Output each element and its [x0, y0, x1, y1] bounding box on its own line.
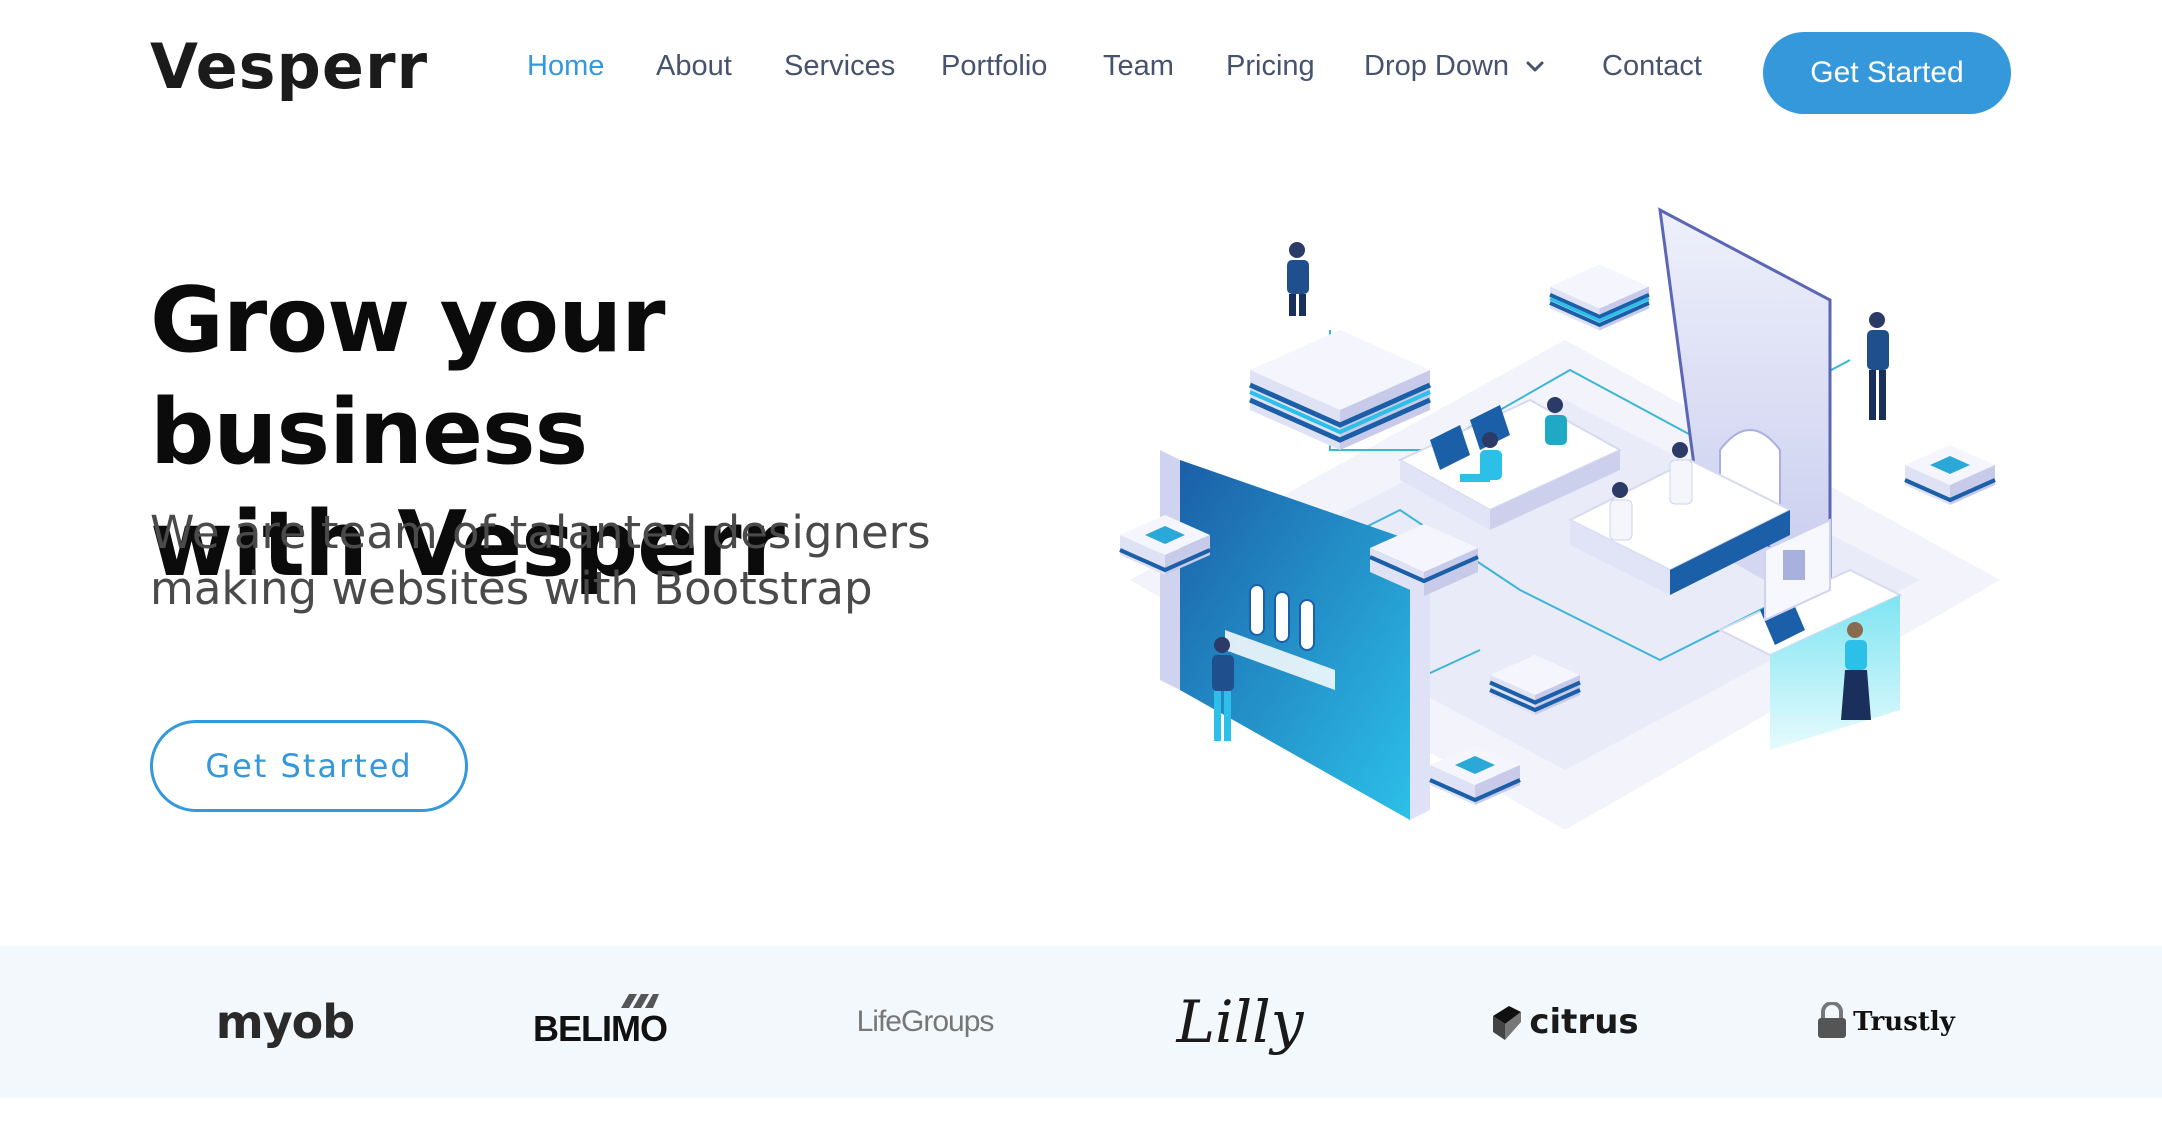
- hero-subtitle-line: making websites with Bootstrap: [150, 562, 873, 615]
- get-started-header-button[interactable]: Get Started: [1763, 32, 2011, 114]
- client-logo-text: Lilly: [1176, 988, 1304, 1056]
- clients-section: myob BELIMO LifeGroups Lilly citrus Trus…: [0, 946, 2162, 1098]
- nav-item-portfolio[interactable]: Portfolio: [941, 50, 1047, 83]
- hero-title-line: Grow your business: [150, 268, 666, 485]
- site-header: Vesperr Home About Services Portfolio Te…: [0, 0, 2162, 150]
- get-started-hero-button[interactable]: Get Started: [150, 720, 468, 812]
- client-logo-lilly[interactable]: Lilly: [1165, 946, 1315, 1098]
- page: Vesperr Home About Services Portfolio Te…: [0, 0, 2162, 1134]
- padlock-icon: [1818, 1002, 1847, 1038]
- hero-subtitle: We are team of talanted designers making…: [150, 505, 1050, 617]
- citrus-mark-icon: [1493, 1006, 1522, 1040]
- nav-item-contact[interactable]: Contact: [1602, 50, 1702, 83]
- nav-item-dropdown-label: Drop Down: [1364, 50, 1510, 82]
- client-logo-text: Trustly: [1853, 1007, 1955, 1037]
- nav-item-pricing[interactable]: Pricing: [1226, 50, 1315, 83]
- client-logo-trustly[interactable]: Trustly: [1810, 946, 1960, 1098]
- client-logo-myob[interactable]: myob: [205, 946, 365, 1098]
- client-logo-text: BELIMO: [533, 1008, 668, 1049]
- chevron-down-icon: [1526, 61, 1544, 72]
- next-section-edge: [0, 1098, 2162, 1134]
- client-logo-lifegroups[interactable]: LifeGroups: [845, 946, 1005, 1098]
- nav-item-dropdown[interactable]: Drop Down: [1364, 50, 1545, 83]
- belimo-logo-wrap: BELIMO: [533, 994, 668, 1050]
- client-logo-belimo[interactable]: BELIMO: [525, 946, 675, 1098]
- client-logo-text: myob: [215, 995, 355, 1049]
- nav-item-home[interactable]: Home: [527, 50, 604, 83]
- hero-subtitle-line: We are team of talanted designers: [150, 506, 931, 559]
- nav-item-about[interactable]: About: [656, 50, 732, 83]
- nav-item-services[interactable]: Services: [784, 50, 895, 83]
- nav-item-team[interactable]: Team: [1103, 50, 1174, 83]
- client-logo-text: LifeGroups: [856, 1005, 995, 1038]
- client-logo-text: citrus: [1529, 1002, 1639, 1042]
- belimo-mark-icon: [621, 994, 659, 1008]
- client-logo-citrus[interactable]: citrus: [1490, 946, 1640, 1098]
- hero-illustration: [1119, 207, 2000, 830]
